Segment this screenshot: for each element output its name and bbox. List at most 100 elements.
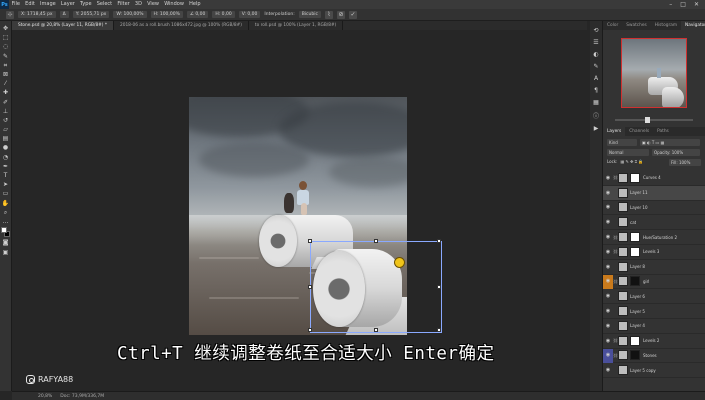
gradient-tool-icon[interactable]: ▤: [2, 135, 10, 142]
tab-document-1[interactable]: Stone.psd @ 20,8% (Layer 11, RGB/8#) *: [12, 21, 114, 30]
layer-thumbnail[interactable]: [618, 365, 628, 376]
menu-view[interactable]: View: [145, 0, 162, 9]
photoshop-logo[interactable]: Ps: [0, 0, 9, 9]
navigator-zoom-slider[interactable]: [615, 117, 693, 123]
blend-mode-select[interactable]: Normal: [607, 149, 649, 156]
cancel-transform-button[interactable]: ⊘: [336, 10, 345, 19]
layer-mask-thumbnail[interactable]: [630, 172, 640, 183]
menu-image[interactable]: Image: [37, 0, 58, 9]
skew-v-field[interactable]: V: 0,00: [238, 11, 261, 18]
tab-color[interactable]: Color: [603, 21, 622, 30]
brush-tool-icon[interactable]: ✐: [2, 99, 10, 106]
move-tool-icon[interactable]: ✥: [2, 25, 10, 32]
lock-icons[interactable]: ▦ ✎ ✥ ⌗ 🔒: [620, 159, 643, 166]
menu-type[interactable]: Type: [77, 0, 94, 9]
width-field[interactable]: W: 100,00%: [113, 11, 147, 18]
menu-filter[interactable]: Filter: [115, 0, 133, 9]
color-swatches[interactable]: [1, 227, 10, 238]
layer-mask-thumbnail[interactable]: [630, 232, 640, 243]
visibility-eye-icon[interactable]: ◉: [603, 175, 613, 181]
layer-row[interactable]: ◉ Layer 5: [603, 304, 705, 319]
layer-thumbnail[interactable]: [618, 276, 628, 287]
layer-row[interactable]: ◉ ⛓ Curves 4: [603, 171, 705, 186]
shape-tool-icon[interactable]: ▭: [2, 190, 10, 197]
layer-row[interactable]: ◉ ⛓ Levels 3: [603, 245, 705, 260]
tab-document-2[interactable]: 2018-06 as a roll.brush 1086x472.jpg @ 1…: [114, 21, 249, 30]
tab-channels[interactable]: Channels: [625, 127, 653, 136]
type-tool-icon[interactable]: T: [2, 172, 10, 179]
layer-row[interactable]: ◉ Layer 5 copy: [603, 363, 705, 379]
brush-panel-icon[interactable]: ✎: [593, 63, 598, 70]
tab-navigator[interactable]: Navigator: [681, 21, 705, 30]
visibility-eye-icon[interactable]: ◉: [603, 293, 613, 299]
layer-mask-thumbnail[interactable]: [630, 246, 640, 257]
blur-tool-icon[interactable]: ●: [2, 144, 10, 151]
commit-transform-button[interactable]: ✓: [348, 10, 357, 19]
menu-window[interactable]: Window: [162, 0, 187, 9]
transform-tool-icon[interactable]: ⊹: [6, 10, 14, 19]
tab-swatches[interactable]: Swatches: [622, 21, 651, 30]
layer-thumbnail[interactable]: [618, 246, 628, 257]
fill-field[interactable]: Fill: 100%: [669, 159, 701, 166]
menu-help[interactable]: Help: [187, 0, 204, 9]
warp-toggle-icon[interactable]: ⌇: [324, 10, 333, 19]
tab-histogram[interactable]: Histogram: [651, 21, 681, 30]
zoom-tool-icon[interactable]: ⌕: [2, 209, 10, 216]
more-tools-icon[interactable]: …: [2, 218, 10, 225]
x-position-field[interactable]: X: 1718,45 px: [18, 11, 56, 18]
layer-row[interactable]: ◉ Layer 11: [603, 185, 705, 201]
layer-thumbnail[interactable]: [618, 187, 628, 198]
maximize-icon[interactable]: □: [680, 1, 686, 8]
visibility-eye-icon[interactable]: ◉: [603, 338, 613, 344]
tab-layers[interactable]: Layers: [603, 127, 626, 136]
character-panel-icon[interactable]: A: [594, 75, 598, 82]
visibility-eye-icon[interactable]: ◉: [603, 264, 613, 270]
transform-handle-top-left[interactable]: [308, 239, 312, 243]
layer-row[interactable]: ◉ ⛓ Levels 2: [603, 334, 705, 349]
visibility-eye-icon[interactable]: ◉: [603, 204, 613, 210]
eyedropper-tool-icon[interactable]: ⁄: [2, 80, 10, 87]
visibility-eye-icon[interactable]: ◉: [603, 234, 613, 240]
transform-handle-top[interactable]: [374, 239, 378, 243]
layer-mask-thumbnail[interactable]: [630, 350, 640, 361]
tab-document-3[interactable]: to roll.psd @ 100% (Layer 1, RGB/8#): [249, 21, 344, 30]
zoom-level[interactable]: 20,8%: [38, 394, 52, 399]
history-panel-icon[interactable]: ⟲: [593, 27, 598, 34]
crop-tool-icon[interactable]: ⌗: [2, 62, 10, 69]
visibility-eye-icon[interactable]: ◉: [603, 352, 613, 358]
transform-handle-bottom-right[interactable]: [437, 328, 441, 332]
actions-panel-icon[interactable]: ▶: [594, 125, 599, 132]
layer-row[interactable]: ◉ ⛓ girl: [603, 274, 705, 290]
visibility-eye-icon[interactable]: ◉: [603, 308, 613, 314]
menu-layer[interactable]: Layer: [58, 0, 77, 9]
adjustments-panel-icon[interactable]: ◐: [593, 51, 598, 58]
visibility-eye-icon[interactable]: ◉: [603, 219, 613, 225]
menu-select[interactable]: Select: [94, 0, 115, 9]
rotate-field[interactable]: ∠ 0,00: [186, 11, 209, 18]
libraries-panel-icon[interactable]: ▦: [593, 99, 599, 106]
transform-handle-left[interactable]: [308, 285, 312, 289]
healing-brush-tool-icon[interactable]: ✚: [2, 89, 10, 96]
pen-tool-icon[interactable]: ✒: [2, 163, 10, 170]
visibility-eye-icon[interactable]: ◉: [603, 249, 613, 255]
menu-3d[interactable]: 3D: [132, 0, 144, 9]
layer-thumbnail[interactable]: [618, 335, 628, 346]
menu-file[interactable]: File: [9, 0, 23, 9]
properties-panel-icon[interactable]: ☰: [593, 39, 598, 46]
layer-row[interactable]: ◉ ⛓ Hue/Saturation 2: [603, 230, 705, 245]
visibility-eye-icon[interactable]: ◉: [603, 367, 613, 373]
skew-h-field[interactable]: H: 0,00: [212, 11, 235, 18]
y-position-field[interactable]: Y: 2055,71 px: [72, 11, 110, 18]
layer-kind-filter[interactable]: Kind: [607, 139, 637, 146]
layer-thumbnail[interactable]: [618, 202, 628, 213]
free-transform-bounding-box[interactable]: [308, 239, 442, 333]
layer-thumbnail[interactable]: [618, 261, 628, 272]
transform-handle-top-right[interactable]: [437, 239, 441, 243]
quick-select-tool-icon[interactable]: ✎: [2, 53, 10, 60]
lasso-tool-icon[interactable]: ◌: [2, 43, 10, 50]
path-select-tool-icon[interactable]: ➤: [2, 181, 10, 188]
layer-filter-icons[interactable]: ▣ ◐ T ▭ ▦: [640, 139, 700, 146]
close-icon[interactable]: ✕: [694, 1, 699, 8]
visibility-eye-icon[interactable]: ◉: [603, 323, 613, 329]
visibility-eye-icon[interactable]: ◉: [603, 190, 613, 196]
